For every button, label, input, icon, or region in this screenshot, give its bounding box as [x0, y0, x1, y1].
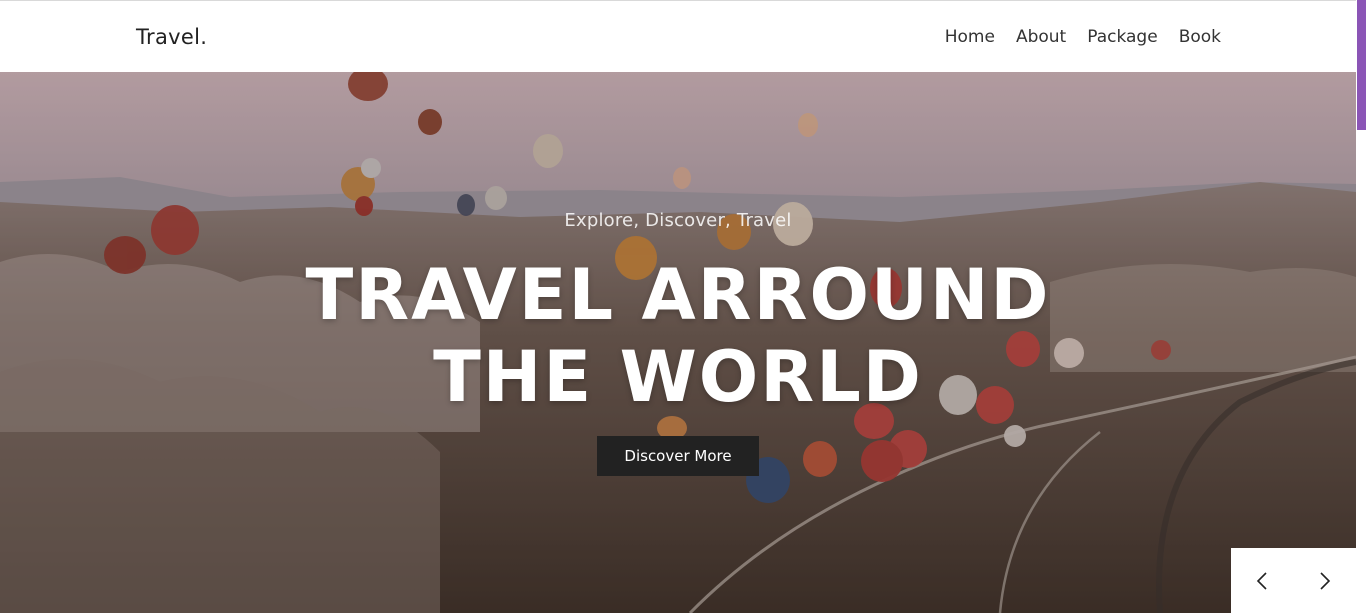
nav-book-link[interactable]: Book: [1179, 27, 1221, 47]
hero-title: TRAVEL ARROUND THE WORLD: [0, 254, 1356, 418]
hero-section: Explore, Discover, Travel TRAVEL ARROUND…: [0, 72, 1356, 613]
hero-title-line-1: TRAVEL ARROUND: [305, 254, 1051, 336]
slider-prev-button[interactable]: [1247, 566, 1277, 596]
nav-about-link[interactable]: About: [1016, 27, 1066, 47]
discover-more-button[interactable]: Discover More: [597, 436, 759, 476]
chevron-right-icon: [1320, 571, 1330, 590]
hero-tagline: Explore, Discover, Travel: [564, 210, 792, 231]
chevron-left-icon: [1257, 571, 1267, 590]
nav-package-link[interactable]: Package: [1087, 27, 1157, 47]
scrollbar-thumb[interactable]: [1357, 0, 1366, 130]
site-header: Travel. Home About Package Book: [0, 0, 1356, 72]
slider-controls: [1231, 548, 1356, 613]
main-nav: Home About Package Book: [945, 27, 1221, 47]
logo[interactable]: Travel.: [136, 25, 207, 49]
hero-title-line-2: THE WORLD: [433, 336, 923, 418]
nav-home-link[interactable]: Home: [945, 27, 995, 47]
page: Travel. Home About Package Book Explore,…: [0, 0, 1366, 613]
slider-next-button[interactable]: [1310, 566, 1340, 596]
